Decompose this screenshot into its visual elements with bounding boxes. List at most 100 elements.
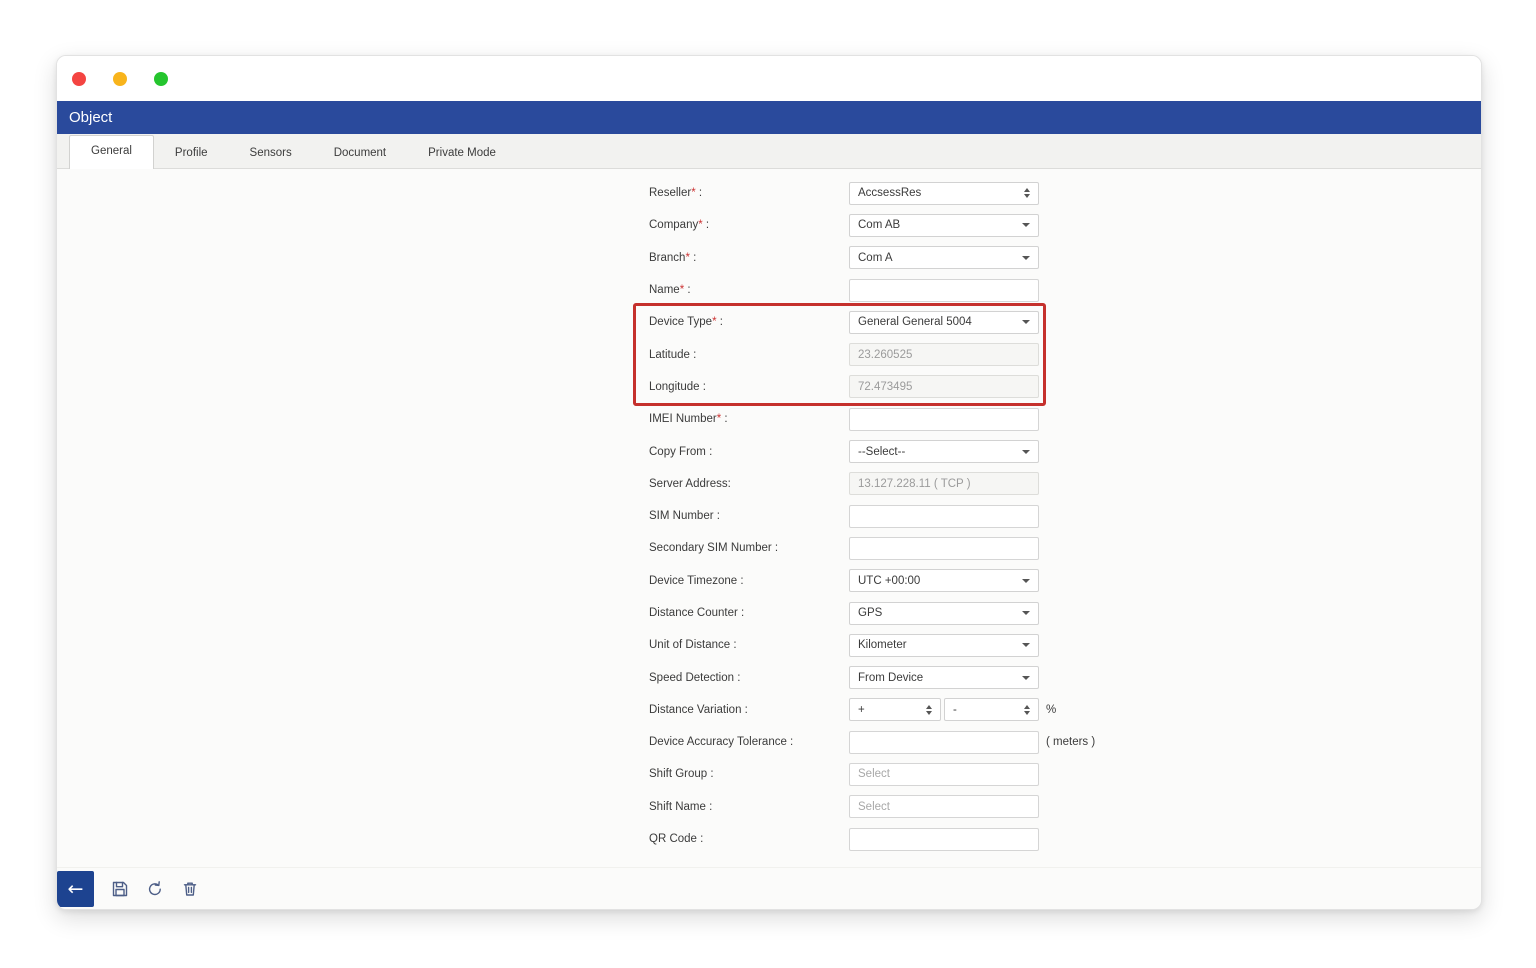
refresh-icon [146, 880, 164, 898]
name-input[interactable] [849, 279, 1039, 302]
caret-down-icon [1022, 223, 1030, 227]
zoom-button[interactable] [154, 72, 168, 86]
field-label: Reseller* : [649, 187, 849, 199]
form-row-unit-of-distance: Unit of Distance : Kilometer [649, 629, 1481, 661]
device-timezone-select[interactable]: UTC +00:00 [849, 569, 1039, 592]
field-label: SIM Number : [649, 510, 849, 522]
object-form: Reseller* : AccsessRes Company* : Com AB… [57, 169, 1481, 855]
field-label: Secondary SIM Number : [649, 542, 849, 554]
field-label: Company* : [649, 219, 849, 231]
form-row-device-timezone: Device Timezone : UTC +00:00 [649, 565, 1481, 597]
titlebar: Object [57, 101, 1481, 134]
tab-sensors[interactable]: Sensors [229, 138, 313, 168]
speed-detection-select[interactable]: From Device [849, 666, 1039, 689]
meters-suffix: ( meters ) [1046, 736, 1095, 748]
form-panel: Reseller* : AccsessRes Company* : Com AB… [57, 169, 1481, 867]
tab-document[interactable]: Document [313, 138, 407, 168]
device-accuracy-tolerance-input[interactable] [849, 731, 1039, 754]
caret-down-icon [1022, 676, 1030, 680]
distance-counter-select[interactable]: GPS [849, 602, 1039, 625]
latitude-input [849, 343, 1039, 366]
up-down-stepper-icon [1024, 705, 1030, 715]
field-label: Longitude : [649, 381, 849, 393]
company-select[interactable]: Com AB [849, 214, 1039, 237]
tab-private-mode[interactable]: Private Mode [407, 138, 517, 168]
field-label: Latitude : [649, 349, 849, 361]
close-button[interactable] [72, 72, 86, 86]
form-row-device-type: Device Type* : General General 5004 [649, 306, 1039, 338]
branch-select[interactable]: Com A [849, 246, 1039, 269]
secondary-sim-number-input[interactable] [849, 537, 1039, 560]
field-label: Device Timezone : [649, 575, 849, 587]
tab-profile[interactable]: Profile [154, 138, 229, 168]
shift-group-input[interactable] [849, 763, 1039, 786]
up-down-stepper-icon [1024, 188, 1030, 198]
form-row-distance-counter: Distance Counter : GPS [649, 597, 1481, 629]
save-icon [111, 880, 129, 898]
tab-bar: General Profile Sensors Document Private… [57, 134, 1481, 169]
unit-of-distance-select[interactable]: Kilometer [849, 634, 1039, 657]
sim-number-input[interactable] [849, 505, 1039, 528]
field-label: Copy From : [649, 446, 849, 458]
form-row-sim-number: SIM Number : [649, 500, 1481, 532]
save-button[interactable] [111, 880, 129, 898]
longitude-input [849, 375, 1039, 398]
back-button[interactable]: ← [57, 871, 94, 907]
highlight-box: Device Type* : General General 5004 Lati… [649, 306, 1039, 403]
field-label: Device Accuracy Tolerance : [649, 736, 849, 748]
field-label: Unit of Distance : [649, 639, 849, 651]
bottom-toolbar: ← [57, 867, 1481, 909]
up-down-stepper-icon [926, 705, 932, 715]
form-row-longitude: Longitude : [649, 371, 1039, 403]
caret-down-icon [1022, 579, 1030, 583]
field-label: Shift Group : [649, 768, 849, 780]
form-row-imei: IMEI Number* : [649, 403, 1481, 435]
field-label: Shift Name : [649, 801, 849, 813]
percent-suffix: % [1046, 704, 1056, 716]
form-row-shift-group: Shift Group : [649, 758, 1481, 790]
form-row-latitude: Latitude : [649, 338, 1039, 370]
tab-general[interactable]: General [69, 135, 154, 169]
page-title: Object [69, 109, 112, 126]
distance-variation-plus-stepper[interactable]: + [849, 698, 941, 721]
form-row-branch: Branch* : Com A [649, 242, 1481, 274]
form-row-secondary-sim: Secondary SIM Number : [649, 532, 1481, 564]
form-row-distance-variation: Distance Variation : + - % [649, 694, 1481, 726]
reseller-select[interactable]: AccsessRes [849, 182, 1039, 205]
trash-icon [181, 880, 199, 898]
delete-button[interactable] [181, 880, 199, 898]
caret-down-icon [1022, 611, 1030, 615]
form-row-copy-from: Copy From : --Select-- [649, 435, 1481, 467]
imei-number-input[interactable] [849, 408, 1039, 431]
caret-down-icon [1022, 320, 1030, 324]
copy-from-select[interactable]: --Select-- [849, 440, 1039, 463]
field-label: Speed Detection : [649, 672, 849, 684]
device-type-select[interactable]: General General 5004 [849, 311, 1039, 334]
caret-down-icon [1022, 643, 1030, 647]
form-row-name: Name* : [649, 274, 1481, 306]
window-chrome [57, 56, 1481, 101]
refresh-button[interactable] [146, 880, 164, 898]
qr-code-input[interactable] [849, 828, 1039, 851]
object-window: Object General Profile Sensors Document … [56, 55, 1482, 910]
form-row-reseller: Reseller* : AccsessRes [649, 177, 1481, 209]
form-row-speed-detection: Speed Detection : From Device [649, 661, 1481, 693]
shift-name-input[interactable] [849, 795, 1039, 818]
form-row-qr-code: QR Code : [649, 823, 1481, 855]
field-label: Server Address: [649, 478, 849, 490]
form-row-company: Company* : Com AB [649, 209, 1481, 241]
caret-down-icon [1022, 256, 1030, 260]
form-row-accuracy-tolerance: Device Accuracy Tolerance : ( meters ) [649, 726, 1481, 758]
form-row-shift-name: Shift Name : [649, 791, 1481, 823]
server-address-input [849, 472, 1039, 495]
distance-variation-minus-stepper[interactable]: - [944, 698, 1039, 721]
field-label: Device Type* : [649, 316, 849, 328]
minimize-button[interactable] [113, 72, 127, 86]
field-label: Branch* : [649, 252, 849, 264]
field-label: Distance Variation : [649, 704, 849, 716]
field-label: Name* : [649, 284, 849, 296]
form-row-server-address: Server Address: [649, 468, 1481, 500]
field-label: Distance Counter : [649, 607, 849, 619]
field-label: IMEI Number* : [649, 413, 849, 425]
field-label: QR Code : [649, 833, 849, 845]
